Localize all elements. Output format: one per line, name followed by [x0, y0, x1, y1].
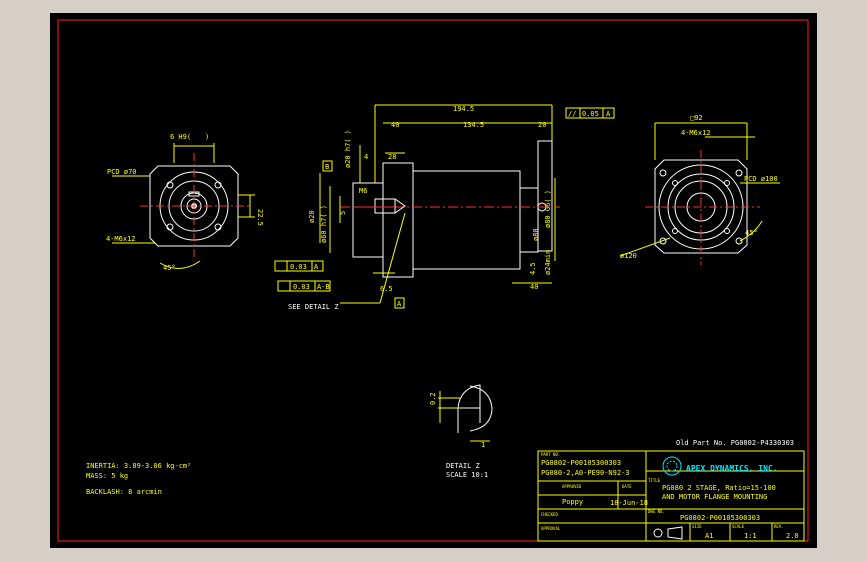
title-line-2: AND MOTOR FLANGE MOUNTING — [662, 493, 767, 501]
dim-40: 40 — [391, 121, 399, 129]
scale-label: SCALE — [732, 524, 745, 529]
dim-194-5: 194.5 — [453, 105, 474, 113]
dim-6-5: 6.5 — [380, 285, 393, 293]
angle-45-left: 45° — [163, 264, 176, 272]
left-end-view: 6 H9( ) PCD ø70 4-M6x12 45° 22.5 — [106, 133, 264, 272]
dim-4: 4 — [364, 153, 368, 161]
gdt-parallel-ref: A — [606, 110, 611, 118]
projection-symbol-icon — [653, 526, 683, 540]
side-view: 194.5 40 134.5 20 4 28 6.5 40 M6 ø20 h7(… — [274, 104, 615, 311]
square-92-label: □92 — [690, 114, 703, 122]
detail-0-2: 0.2 — [429, 392, 437, 405]
approval-label: APPROVAL — [541, 526, 561, 531]
angle-45-right: 45° — [745, 229, 758, 237]
approved-label: APPROVED — [562, 484, 582, 489]
detail-z-view: 0.2 1 DETAIL Z SCALE 10:1 — [429, 384, 493, 479]
cad-viewport[interactable]: 6 H9( ) PCD ø70 4-M6x12 45° 22.5 194.5 4… — [50, 13, 817, 548]
gdt-parallel-symbol: // — [568, 110, 576, 118]
detail-title: DETAIL Z — [446, 462, 480, 470]
size-value: A1 — [705, 532, 713, 540]
drawing-sheet: 6 H9( ) PCD ø70 4-M6x12 45° 22.5 194.5 4… — [57, 19, 809, 542]
gdt-a-ref: A — [314, 263, 319, 271]
title-block: PART NO. PG0802-P00105300303 PG080-2,A0-… — [537, 450, 805, 542]
rev-value: 2.0 — [786, 532, 799, 540]
dia-80-a: ø80 — [532, 228, 540, 241]
note-mass: MASS: 5 kg — [86, 472, 128, 480]
dia-80-g6: ø80 G6( ) — [544, 190, 552, 228]
m6-label: M6 — [359, 187, 367, 195]
see-detail-label: SEE DETAIL Z — [288, 303, 339, 311]
dim-5: 5 — [339, 211, 347, 215]
shaft-h7-label: ø20 h7( ) — [344, 130, 352, 168]
dim-22-5: 22.5 — [256, 209, 264, 226]
gdt-ab-ref: A-B — [317, 283, 330, 291]
shaft-20-label: ø20 — [308, 210, 316, 223]
dim-40-bottom: 40 — [530, 283, 538, 291]
drawn-date: 18-Jun-18 — [610, 499, 648, 507]
datum-a-label: A — [397, 300, 402, 308]
drawn-by: Poppy — [562, 498, 583, 506]
flange-60-label: ø60 h7( ) — [320, 205, 328, 243]
tap-label-right: 4-M6x12 — [681, 129, 711, 137]
date-label: DATE — [622, 484, 632, 489]
note-inertia: INERTIA: 3.89-3.06 kg-cm² — [86, 462, 191, 470]
dim-134-5: 134.5 — [463, 121, 484, 129]
dia-24-min: ø24min — [544, 250, 552, 275]
company-logo — [662, 456, 682, 476]
rev-label: REV. — [774, 524, 784, 529]
pcd-70-label: PCD ø70 — [107, 168, 137, 176]
scale-value: 1:1 — [744, 532, 757, 540]
dim-20: 20 — [538, 121, 546, 129]
note-backlash: BACKLASH: 8 arcmin — [86, 488, 162, 496]
tap-label-left: 4-M6x12 — [106, 235, 136, 243]
keyway-label: 6 H9( — [170, 133, 191, 141]
dia-120-label: ø120 — [620, 252, 637, 260]
size-label: SIZE — [692, 524, 702, 529]
checked-label: CHECKED — [541, 512, 558, 517]
right-end-view: □92 4-M6x12 PCD ø100 ø120 45° — [619, 114, 780, 265]
gdt-a-value: 0.03 — [290, 263, 307, 271]
dwg-number: PG0802-P00105300303 — [680, 514, 760, 522]
gdt-ab-value: 0.03 — [293, 283, 310, 291]
part-no-label: PART NO. — [541, 452, 560, 457]
detail-scale: SCALE 10:1 — [446, 471, 488, 479]
title-line-1: PG080 2 STAGE, Ratio=15-100 — [662, 484, 776, 492]
dim-4-5: 4.5 — [529, 262, 537, 275]
dwg-label: DWG NO. — [648, 509, 665, 514]
datum-b-label: B — [325, 163, 329, 171]
dim-28: 28 — [388, 153, 396, 161]
gdt-parallel-value: 0.05 — [582, 110, 599, 118]
part-no-2: PG080-2,A0-PE90-N92-3 — [541, 469, 630, 477]
part-no-1: PG0802-P00105300303 — [541, 459, 621, 467]
title-label: TITLE — [648, 478, 661, 483]
company-name: APEX DYNAMICS, INC. — [686, 464, 778, 473]
detail-1: 1 — [481, 441, 485, 449]
keyway-label-b: ) — [205, 133, 209, 141]
old-part-number: Old Part No. PG0802-P4330303 — [676, 439, 794, 447]
pcd-100-label: PCD ø100 — [744, 175, 778, 183]
